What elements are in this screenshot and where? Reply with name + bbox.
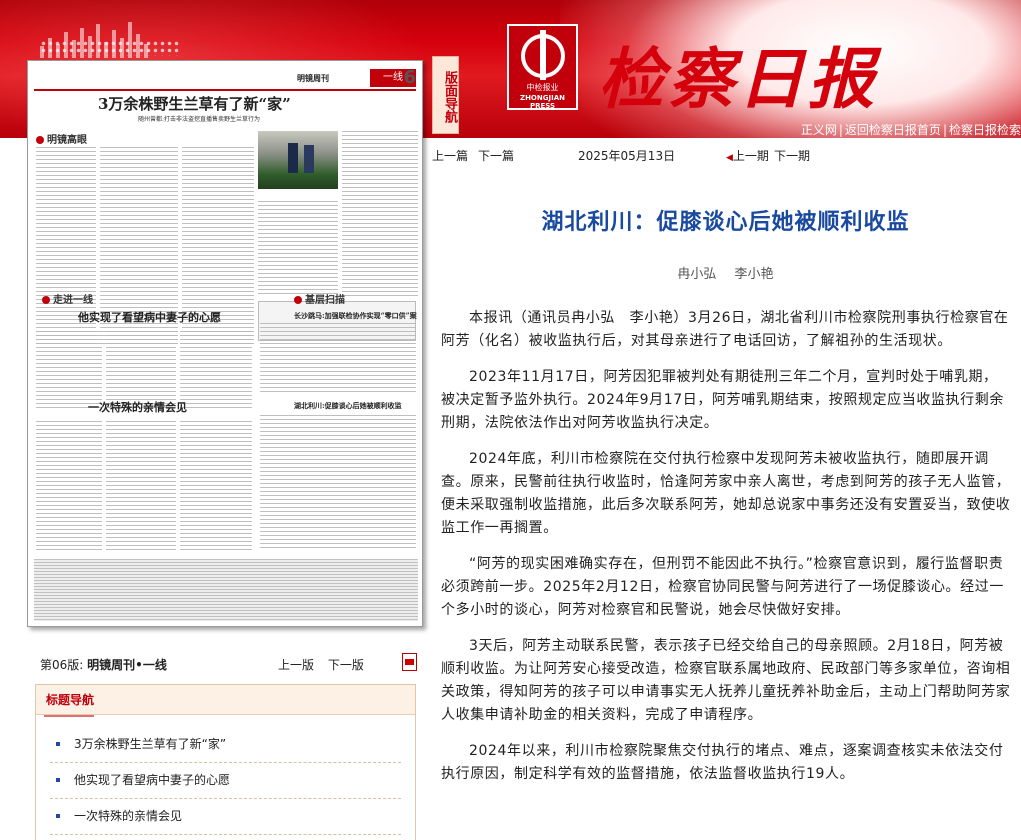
article-paragraph: 本报讯（通讯员冉小弘 李小艳）3月26日，湖北省利川市检察院刑事执行检察官在阿芳… [441, 310, 1009, 349]
issue-nav-bar: 上一篇 下一篇 2025年05月13日 ◀上一期 下一期 [430, 142, 1021, 166]
article-body: 本报讯（通讯员冉小弘 李小艳）3月26日，湖北省利川市检察院刑事执行检察官在阿芳… [441, 307, 1011, 799]
title-nav-list: 3万余株野生兰草有了新“家” 他实现了看望病中妻子的心愿 一次特殊的亲情会见 [36, 715, 415, 835]
link-search[interactable]: 检察日报检索 [949, 123, 1021, 137]
link-home[interactable]: 返回检察日报首页 [845, 123, 941, 137]
thumb-headline-5[interactable]: 湖北利川:促膝谈心后她被顺利收监 [294, 401, 402, 411]
article-paragraph: “阿芳的现实困难确实存在，但刑罚不能因此不执行。”检察官意识到，履行监督职责必须… [441, 556, 1004, 618]
thumb-headline[interactable]: 3万余株野生兰草有了新“家” [98, 93, 291, 114]
page-label: 第06版: [40, 658, 84, 672]
article-paragraph: 2023年11月17日，阿芳因犯罪被判处有期徒刑三年二个月，宣判时处于哺乳期，被… [441, 369, 1004, 431]
link-zhengyi[interactable]: 正义网 [801, 123, 837, 137]
thumb-text-block [180, 421, 252, 551]
title-nav-item[interactable]: 一次特殊的亲情会见 [50, 799, 401, 835]
thumb-subline: 随州曾都:打击非法盗挖直播售卖野生兰草行为 [138, 116, 261, 123]
title-nav-link[interactable]: 3万余株野生兰草有了新“家” [74, 737, 226, 751]
top-links: 正义网 | 返回检察日报首页 | 检察日报检索 [800, 123, 1021, 137]
thumb-text-block [342, 131, 418, 296]
thumb-headline-4[interactable]: 长沙跳马:加强联检协作实现“零口供”案 [294, 311, 417, 321]
title-nav-heading: 标题导航 [36, 685, 415, 715]
thumb-header: 明镜周刊 一线 6 [34, 67, 416, 91]
newspaper-page-thumbnail[interactable]: 明镜周刊 一线 6 3万余株野生兰草有了新“家” 随州曾都:打击非法盗挖直播售卖… [27, 60, 423, 627]
page-name: 明镜周刊•一线 [87, 658, 167, 672]
article-paragraph: 2024年以来，利川市检察院聚焦交付执行的堵点、难点，逐案调查核实未依法交付执行… [441, 743, 1004, 782]
thumb-text-block [258, 201, 338, 296]
thumb-photo [258, 131, 338, 189]
thumb-text-block [106, 421, 176, 551]
title-nav-item[interactable]: 3万余株野生兰草有了新“家” [50, 727, 401, 763]
logo-subtext: ZHONGJIAN PRESS [520, 94, 565, 110]
article-title: 湖北利川：促膝谈心后她被顺利收监 [541, 210, 910, 235]
issue-date: 2025年05月13日 [578, 149, 676, 163]
thumb-text-block [36, 421, 102, 551]
thumb-headline-3[interactable]: 一次特殊的亲情会见 [88, 399, 187, 415]
thumb-section: 明镜高眼 [36, 131, 87, 146]
thumb-section: 基层扫描 [294, 291, 345, 306]
pdf-download-icon[interactable] [402, 653, 417, 671]
thumb-column: 明镜周刊 [297, 74, 329, 83]
title-nav-item[interactable]: 他实现了看望病中妻子的心愿 [50, 763, 401, 799]
bullet-icon [56, 814, 60, 818]
thumb-section: 走进一线 [42, 291, 93, 306]
thumb-bottom-column [34, 559, 418, 621]
bullet-icon [56, 778, 60, 782]
thumb-text-block [180, 331, 252, 411]
prev-page-link[interactable]: 上一版 [278, 658, 314, 672]
title-nav-link[interactable]: 他实现了看望病中妻子的心愿 [74, 773, 230, 787]
page-nav: 上一版 下一版 [278, 656, 374, 673]
article-paragraph: 2024年底，利川市检察院在交付执行检察中发现阿芳未被收监执行，随即展开调查。原… [441, 451, 1011, 536]
title-nav-link[interactable]: 一次特殊的亲情会见 [74, 809, 182, 823]
next-page-link[interactable]: 下一版 [328, 658, 364, 672]
next-issue-link[interactable]: 下一期 [774, 147, 810, 164]
newspaper-masthead: 检察日报 [598, 40, 878, 118]
thumb-headline-2[interactable]: 他实现了看望病中妻子的心愿 [78, 309, 221, 325]
bullet-icon [56, 742, 60, 746]
article-paragraph: 3天后，阿芳主动联系民警，表示孩子已经交给自己的母亲照顾。2月18日，阿芳被顺利… [441, 638, 1011, 723]
logo-text: 中检报业 [526, 83, 559, 92]
thumb-page-number: 6 [403, 67, 416, 88]
article-author: 冉小弘 李小艳 [677, 267, 774, 282]
title-nav-panel: 标题导航 3万余株野生兰草有了新“家” 他实现了看望病中妻子的心愿 一次特殊的亲… [35, 684, 416, 840]
page-info: 第06版: 明镜周刊•一线 [40, 656, 167, 673]
next-article-link[interactable]: 下一篇 [478, 147, 514, 164]
logo-pen-icon [540, 30, 546, 80]
prev-article-link[interactable]: 上一篇 [432, 147, 468, 164]
heading-underline [44, 715, 94, 717]
arrow-left-icon: ◀ [726, 153, 733, 163]
section-nav-label: 版面导航 [432, 56, 459, 134]
press-logo: 中检报业 ZHONGJIAN PRESS [507, 24, 578, 110]
prev-issue-link[interactable]: ◀上一期 [726, 147, 769, 164]
thumb-text-block [260, 323, 416, 393]
header-dots-decoration [40, 40, 180, 56]
thumb-text-block [260, 415, 416, 551]
